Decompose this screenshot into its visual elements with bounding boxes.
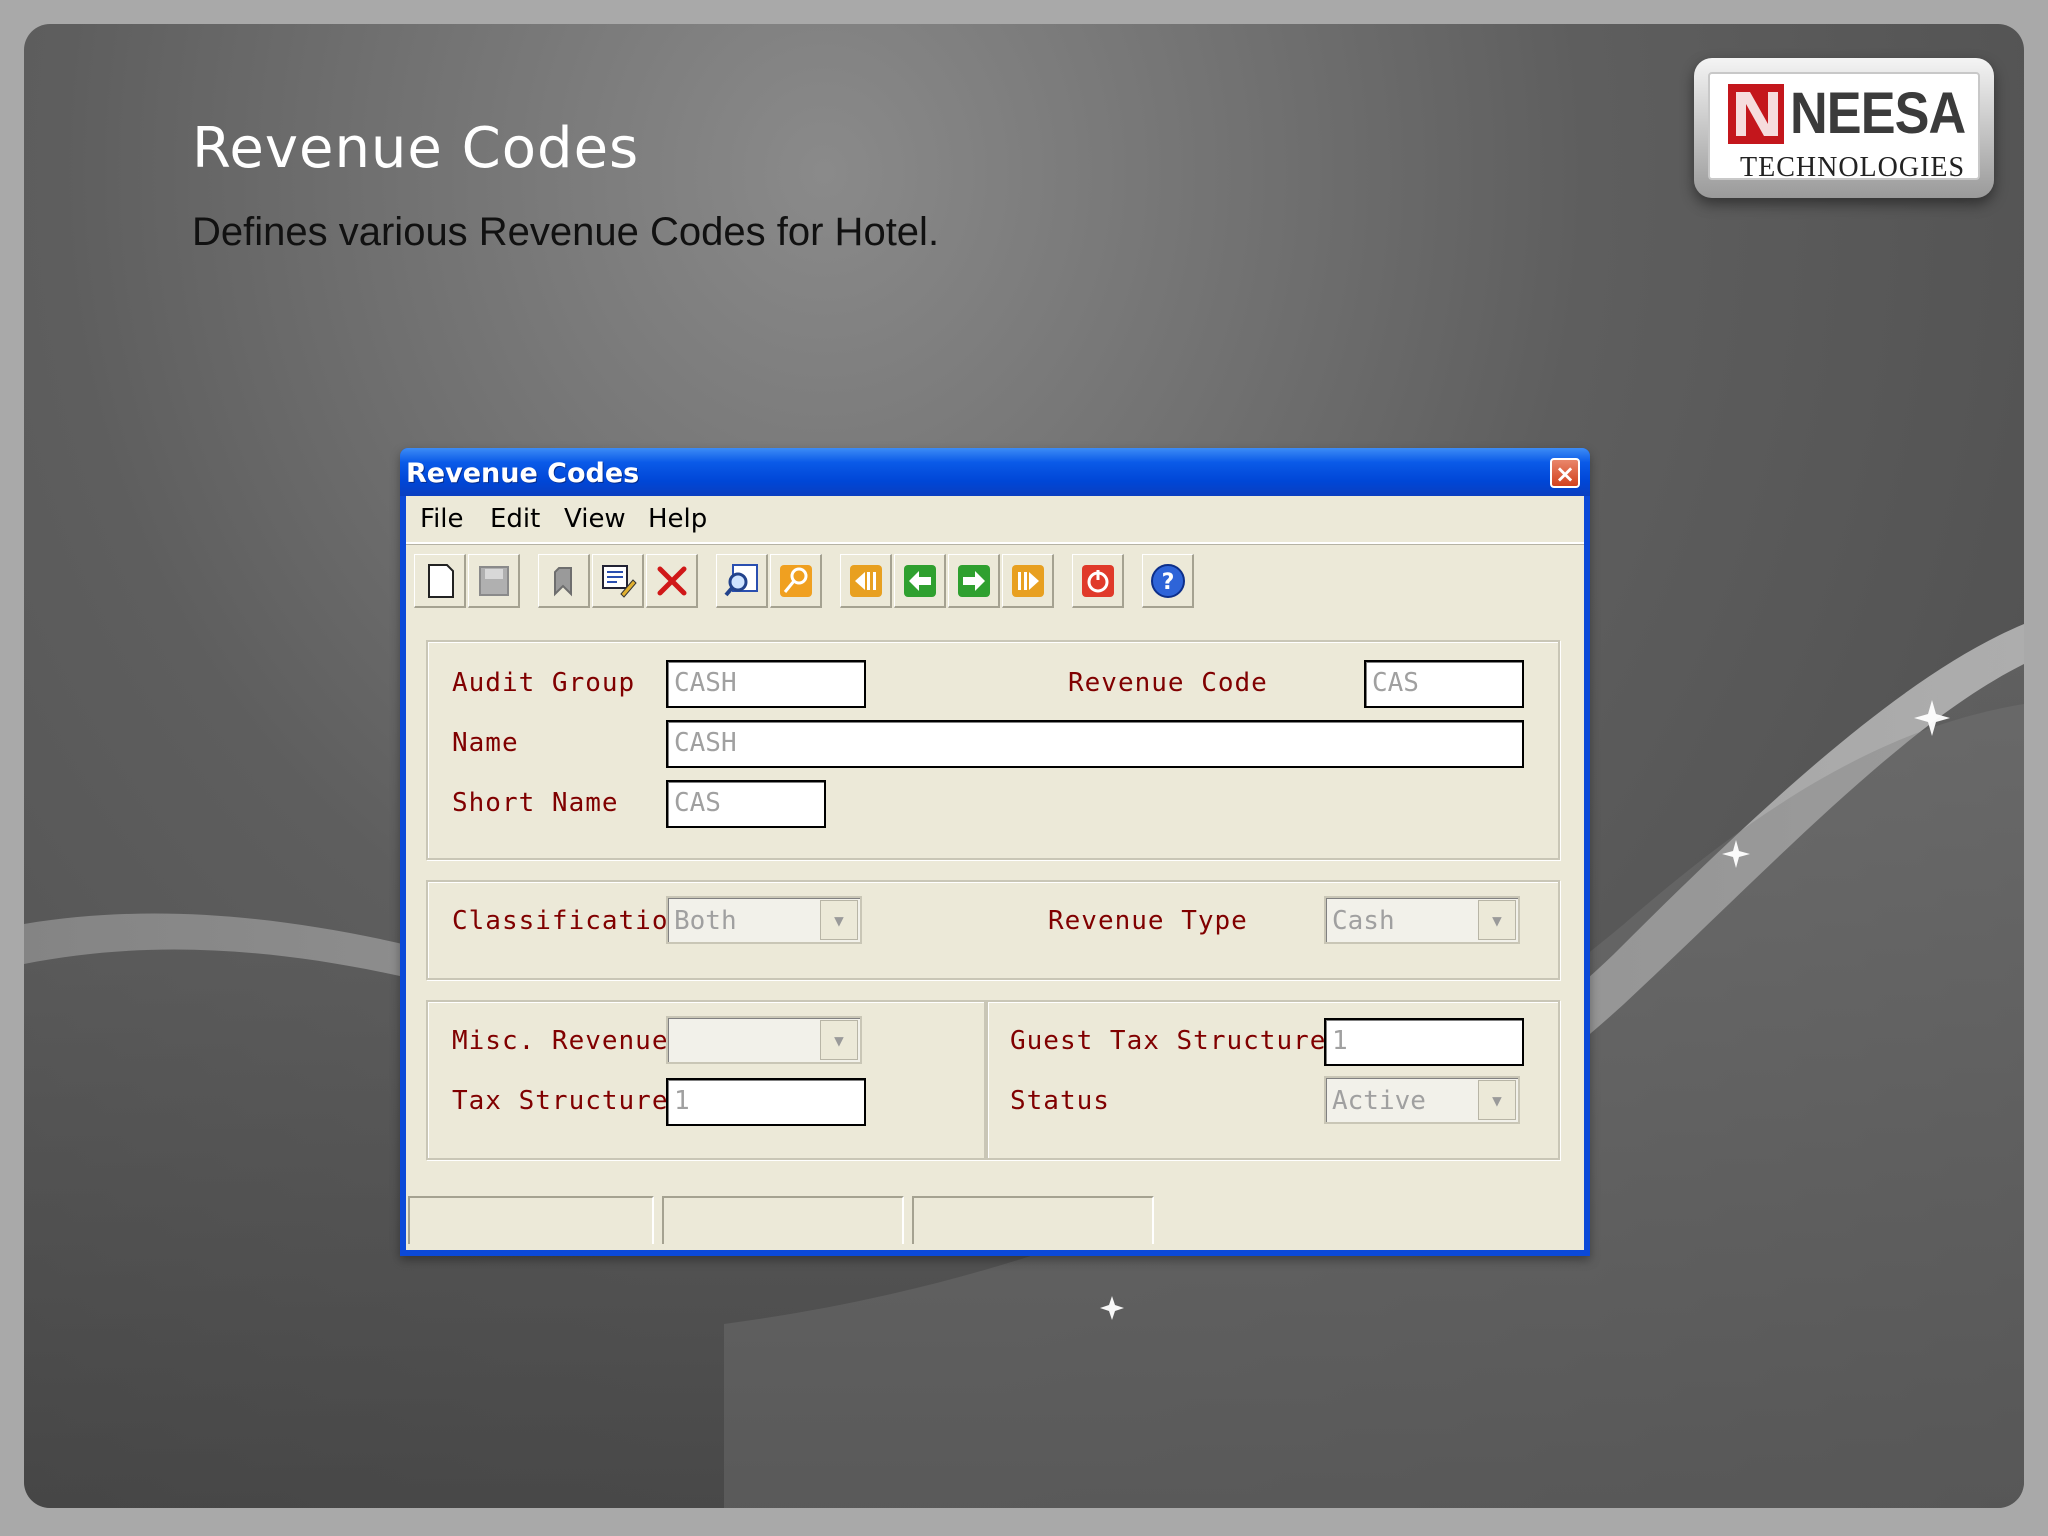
delete-icon — [657, 566, 686, 595]
menu-edit[interactable]: Edit — [490, 504, 540, 534]
classification-value: Both — [674, 906, 737, 936]
revenue-code-field[interactable]: CAS — [1364, 660, 1524, 708]
logo-tagline: TECHNOLOGIES — [1740, 152, 1966, 183]
statusbar-panel-3 — [912, 1196, 1154, 1244]
tax-structure-field[interactable]: 1 — [666, 1078, 866, 1126]
short-name-label: Short Name — [452, 788, 619, 818]
revenue-code-label: Revenue Code — [1068, 668, 1268, 698]
previous-record-icon — [903, 564, 936, 597]
next-record-icon — [957, 564, 990, 597]
new-icon — [427, 563, 454, 598]
save-button[interactable] — [468, 554, 520, 608]
delete-button[interactable] — [646, 554, 698, 608]
tax-structure-label: Tax Structure — [452, 1086, 669, 1116]
exit-button[interactable] — [1072, 554, 1124, 608]
exit-icon — [1081, 564, 1114, 597]
status-value: Active — [1332, 1086, 1426, 1116]
last-record-icon — [1011, 564, 1044, 597]
first-record-icon — [849, 564, 882, 597]
svg-text:?: ? — [1161, 570, 1174, 595]
save-icon — [478, 565, 509, 596]
find-icon — [723, 563, 758, 596]
search-key-button[interactable] — [770, 554, 822, 608]
chevron-down-icon[interactable]: ▼ — [820, 900, 858, 940]
audit-group-field[interactable]: CASH — [666, 660, 866, 708]
window-titlebar[interactable]: Revenue Codes × — [400, 448, 1590, 496]
status-label: Status — [1010, 1086, 1110, 1116]
revenue-type-label: Revenue Type — [1048, 906, 1248, 936]
misc-revenue-select[interactable]: ▼ — [666, 1016, 862, 1064]
menu-help[interactable]: Help — [648, 504, 707, 534]
revenue-type-select[interactable]: Cash ▼ — [1324, 896, 1520, 944]
guest-tax-structure-label: Guest Tax Structure — [1010, 1026, 1327, 1056]
menu-bar: File Edit View Help — [406, 496, 1584, 544]
statusbar-panel-1 — [408, 1196, 654, 1244]
undo-button[interactable] — [538, 554, 590, 608]
statusbar-panel-2 — [662, 1196, 904, 1244]
classification-select[interactable]: Both ▼ — [666, 896, 862, 944]
company-logo: NEESA TECHNOLOGIES — [1694, 58, 1994, 198]
close-button[interactable]: × — [1550, 458, 1580, 488]
new-button[interactable] — [414, 554, 466, 608]
chevron-down-icon[interactable]: ▼ — [820, 1020, 858, 1060]
menu-view[interactable]: View — [564, 504, 626, 534]
find-button[interactable] — [716, 554, 768, 608]
help-button[interactable]: ? — [1142, 554, 1194, 608]
menu-file[interactable]: File — [420, 504, 464, 534]
logo-mark-icon — [1728, 84, 1784, 144]
revenue-type-value: Cash — [1332, 906, 1395, 936]
previous-record-button[interactable] — [894, 554, 946, 608]
logo-word: NEESA — [1790, 81, 1966, 146]
slide-title: Revenue Codes — [192, 116, 640, 181]
chevron-down-icon[interactable]: ▼ — [1478, 1080, 1516, 1120]
undo-icon — [553, 566, 572, 596]
toolbar: ? — [406, 554, 1584, 614]
guest-tax-structure-field[interactable]: 1 — [1324, 1018, 1524, 1066]
search-key-icon — [779, 564, 812, 597]
short-name-field[interactable]: CAS — [666, 780, 826, 828]
revenue-codes-window: Revenue Codes × File Edit View Help ? Au… — [400, 448, 1590, 1256]
chevron-down-icon[interactable]: ▼ — [1478, 900, 1516, 940]
first-record-button[interactable] — [840, 554, 892, 608]
status-select[interactable]: Active ▼ — [1324, 1076, 1520, 1124]
audit-group-label: Audit Group — [452, 668, 636, 698]
slide-subtitle: Defines various Revenue Codes for Hotel. — [192, 210, 940, 254]
window-title: Revenue Codes — [406, 458, 640, 489]
classification-label: Classification — [452, 906, 686, 936]
last-record-button[interactable] — [1002, 554, 1054, 608]
edit-icon — [601, 564, 637, 598]
edit-button[interactable] — [592, 554, 644, 608]
name-label: Name — [452, 728, 519, 758]
next-record-button[interactable] — [948, 554, 1000, 608]
help-icon: ? — [1150, 563, 1185, 598]
misc-revenue-label: Misc. Revenue — [452, 1026, 669, 1056]
window-client-area: File Edit View Help ? Audit Group CASH R… — [406, 496, 1584, 1250]
name-field[interactable]: CASH — [666, 720, 1524, 768]
